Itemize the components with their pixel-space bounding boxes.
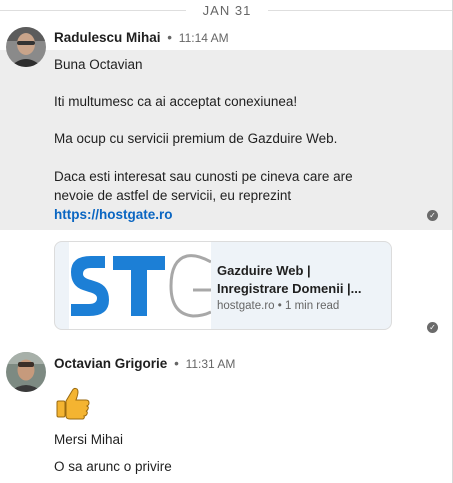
timestamp: 11:31 AM	[185, 357, 236, 371]
preview-meta: hostgate.ro • 1 min read	[217, 300, 339, 312]
avatar[interactable]	[6, 27, 46, 67]
message-header: Octavian Grigorie • 11:31 AM	[54, 356, 235, 371]
message-line: Iti multumesc ca ai acceptat conexiunea!	[54, 94, 298, 109]
message-link[interactable]: https://hostgate.ro	[54, 207, 173, 222]
message-line: Buna Octavian	[54, 57, 143, 72]
separator-dot: •	[167, 30, 173, 45]
sender-name[interactable]: Octavian Grigorie	[54, 356, 167, 371]
message-line: nevoie de astfel de servicii, eu reprezi…	[54, 188, 292, 203]
avatar[interactable]	[6, 352, 46, 392]
divider-line	[0, 10, 186, 11]
message-line: O sa arunc o privire	[54, 459, 172, 474]
timestamp: 11:14 AM	[178, 31, 229, 45]
message-link-line: https://hostgate.ro	[54, 206, 173, 225]
link-preview-card[interactable]: Gazduire Web | Inregistrare Domenii |...…	[54, 241, 392, 330]
read-receipt-icon: ✓	[427, 322, 438, 333]
divider-line	[268, 10, 452, 11]
preview-thumbnail	[69, 242, 212, 329]
message-header: Radulescu Mihai • 11:14 AM	[54, 30, 229, 45]
preview-read-time: 1 min read	[284, 300, 340, 312]
message-line: Mersi Mihai	[54, 432, 124, 447]
date-divider: JAN 31	[0, 0, 452, 22]
read-receipt-icon: ✓	[427, 210, 438, 221]
date-label: JAN 31	[202, 3, 252, 18]
preview-domain: hostgate.ro	[217, 300, 275, 312]
preview-title[interactable]: Gazduire Web | Inregistrare Domenii |...	[217, 262, 387, 298]
separator-dot: •	[277, 300, 282, 312]
thumbs-up-icon	[55, 385, 91, 421]
message-line: Daca esti interesat sau cunosti pe cinev…	[54, 169, 353, 184]
sender-name[interactable]: Radulescu Mihai	[54, 30, 161, 45]
message-line: Ma ocup cu servicii premium de Gazduire …	[54, 131, 338, 146]
separator-dot: •	[174, 356, 179, 371]
